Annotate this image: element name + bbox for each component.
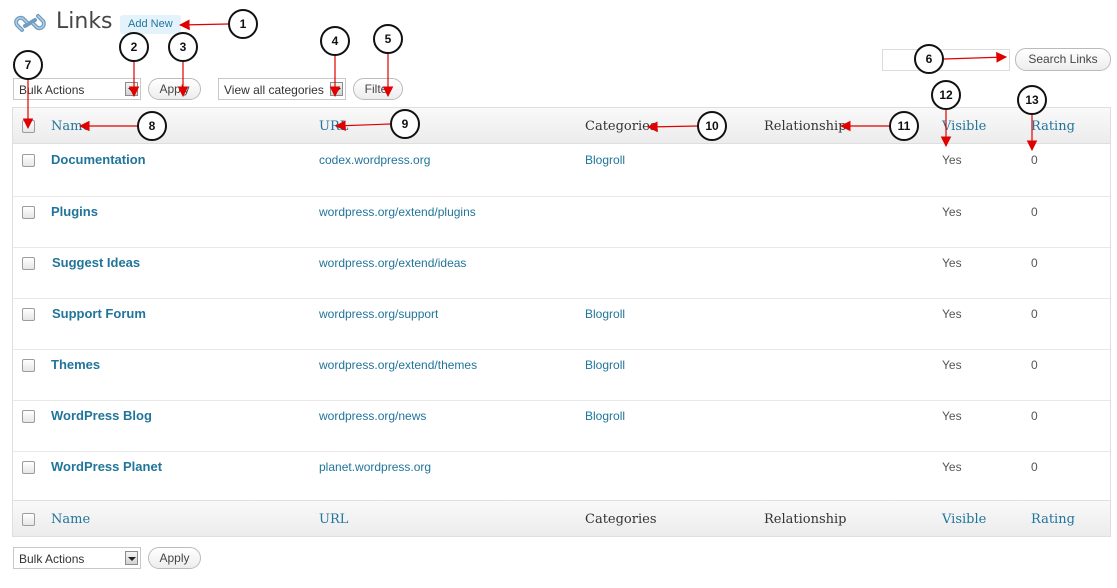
column-footer-url[interactable]: URL <box>319 512 348 527</box>
apply-button-bottom[interactable]: Apply <box>148 547 201 569</box>
row-checkbox[interactable] <box>22 257 35 270</box>
row-checkbox[interactable] <box>22 359 35 372</box>
chevron-down-icon[interactable] <box>330 82 343 96</box>
link-visible: Yes <box>942 460 962 474</box>
page-title: Links <box>56 9 113 34</box>
link-url[interactable]: wordpress.org/extend/themes <box>319 358 477 372</box>
link-rating: 0 <box>1031 153 1038 167</box>
table-row: WordPress Planet planet.wordpress.org Ye… <box>13 451 1110 502</box>
column-footer-name[interactable]: Name <box>51 512 90 527</box>
callout-8: 8 <box>137 111 167 141</box>
row-checkbox[interactable] <box>22 154 35 167</box>
arrow-1 <box>178 19 229 31</box>
link-url[interactable]: planet.wordpress.org <box>319 460 431 474</box>
column-header-name[interactable]: Name <box>51 119 90 134</box>
link-url[interactable]: wordpress.org/extend/ideas <box>319 256 466 270</box>
table-row: WordPress Blog wordpress.org/news Blogro… <box>13 400 1110 451</box>
callout-7: 7 <box>13 50 43 80</box>
column-header-rating[interactable]: Rating <box>1031 119 1075 134</box>
callout-5: 5 <box>373 24 403 54</box>
links-page-icon <box>13 8 47 38</box>
bulk-actions-select-bottom[interactable]: Bulk Actions <box>13 547 141 569</box>
link-url[interactable]: codex.wordpress.org <box>319 153 430 167</box>
callout-10: 10 <box>697 111 727 141</box>
link-category[interactable]: Blogroll <box>585 358 625 372</box>
column-header-visible[interactable]: Visible <box>942 119 986 134</box>
link-rating: 0 <box>1031 205 1038 219</box>
link-name[interactable]: Themes <box>51 357 100 372</box>
row-checkbox[interactable] <box>22 461 35 474</box>
column-footer-rating[interactable]: Rating <box>1031 512 1075 527</box>
link-url[interactable]: wordpress.org/news <box>319 409 426 423</box>
link-name[interactable]: Documentation <box>51 152 146 167</box>
link-visible: Yes <box>942 307 962 321</box>
link-rating: 0 <box>1031 460 1038 474</box>
link-visible: Yes <box>942 409 962 423</box>
table-header: Name URL Categories Relationship Visible… <box>13 108 1110 144</box>
link-rating: 0 <box>1031 307 1038 321</box>
link-rating: 0 <box>1031 256 1038 270</box>
add-new-button[interactable]: Add New <box>120 15 181 34</box>
row-checkbox[interactable] <box>22 410 35 423</box>
table-footer: Name URL Categories Relationship Visible… <box>13 500 1110 536</box>
table-row: Suggest Ideas wordpress.org/extend/ideas… <box>13 247 1110 298</box>
callout-12: 12 <box>931 80 961 110</box>
apply-button[interactable]: Apply <box>148 78 201 100</box>
callout-2: 2 <box>119 32 149 62</box>
row-checkbox[interactable] <box>22 308 35 321</box>
link-rating: 0 <box>1031 358 1038 372</box>
link-icon <box>14 14 46 32</box>
column-header-relationship: Relationship <box>764 119 847 134</box>
links-table: Name URL Categories Relationship Visible… <box>12 107 1111 537</box>
column-footer-visible[interactable]: Visible <box>942 512 986 527</box>
callout-4: 4 <box>320 26 350 56</box>
callout-11: 11 <box>889 111 919 141</box>
column-footer-categories: Categories <box>585 512 657 527</box>
bulk-actions-select[interactable]: Bulk Actions <box>13 78 141 100</box>
link-name[interactable]: Support Forum <box>52 306 146 321</box>
select-all-checkbox[interactable] <box>22 120 35 133</box>
link-url[interactable]: wordpress.org/extend/plugins <box>319 205 476 219</box>
table-row: Themes wordpress.org/extend/themes Blogr… <box>13 349 1110 400</box>
callout-13: 13 <box>1017 85 1047 115</box>
link-category[interactable]: Blogroll <box>585 307 625 321</box>
callout-9: 9 <box>390 109 420 139</box>
category-filter-select[interactable]: View all categories <box>218 78 346 100</box>
table-row: Documentation codex.wordpress.org Blogro… <box>13 145 1110 196</box>
column-header-categories: Categories <box>585 119 657 134</box>
link-rating: 0 <box>1031 409 1038 423</box>
search-links-input[interactable] <box>882 49 1010 71</box>
bulk-actions-select-value: Bulk Actions <box>19 552 85 566</box>
link-category[interactable]: Blogroll <box>585 153 625 167</box>
filter-button[interactable]: Filter <box>353 78 403 100</box>
callout-1: 1 <box>228 9 258 39</box>
link-visible: Yes <box>942 256 962 270</box>
search-links-button[interactable]: Search Links <box>1015 48 1111 71</box>
chevron-down-icon[interactable] <box>125 82 138 96</box>
select-all-checkbox[interactable] <box>22 513 35 526</box>
table-row: Support Forum wordpress.org/support Blog… <box>13 298 1110 349</box>
link-name[interactable]: Suggest Ideas <box>52 255 140 270</box>
link-visible: Yes <box>942 358 962 372</box>
callout-3: 3 <box>168 32 198 62</box>
column-footer-relationship: Relationship <box>764 512 847 527</box>
callout-6: 6 <box>914 44 944 74</box>
link-name[interactable]: WordPress Blog <box>51 408 152 423</box>
column-header-url[interactable]: URL <box>319 119 348 134</box>
table-row: Plugins wordpress.org/extend/plugins Yes… <box>13 196 1110 247</box>
row-checkbox[interactable] <box>22 206 35 219</box>
link-name[interactable]: WordPress Planet <box>51 459 162 474</box>
link-visible: Yes <box>942 153 962 167</box>
category-filter-select-value: View all categories <box>224 83 324 97</box>
chevron-down-icon[interactable] <box>125 551 138 565</box>
link-visible: Yes <box>942 205 962 219</box>
link-category[interactable]: Blogroll <box>585 409 625 423</box>
link-url[interactable]: wordpress.org/support <box>319 307 438 321</box>
bulk-actions-select-value: Bulk Actions <box>19 83 85 97</box>
link-name[interactable]: Plugins <box>51 204 98 219</box>
